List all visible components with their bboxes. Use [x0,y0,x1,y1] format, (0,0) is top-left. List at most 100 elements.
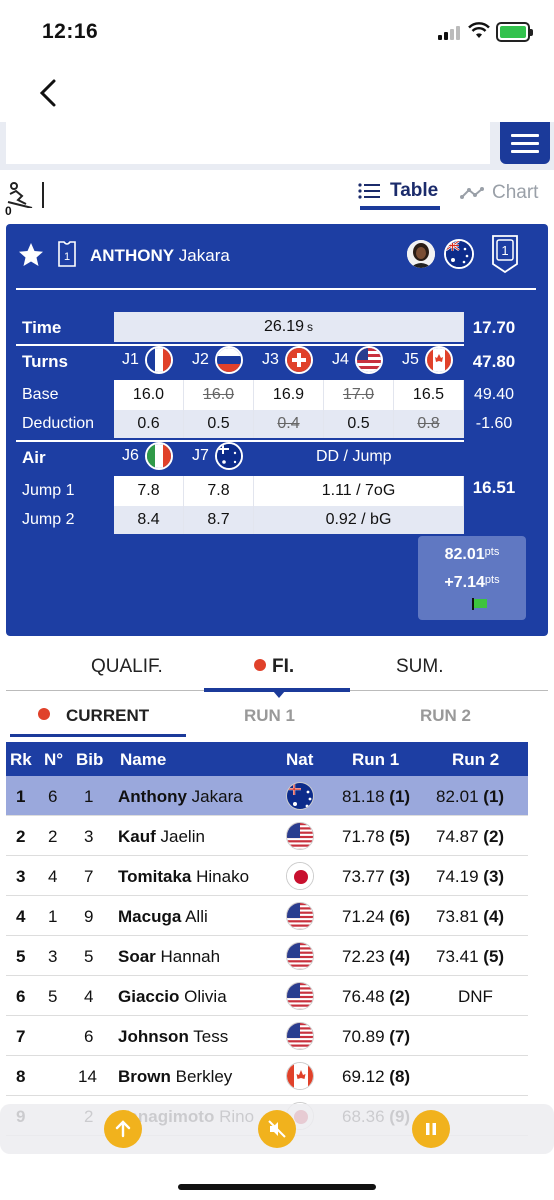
jump2-dd: 0.92 / bG [254,506,464,534]
tab-run1[interactable]: RUN 1 [244,706,295,726]
judge-j5: J5 [402,346,453,374]
judge-j2: J2 [192,346,243,374]
row-bib: 6 [84,1027,94,1046]
jump2-j7: 8.7 [184,506,254,534]
card-divider-top [16,288,536,290]
judge-j5-label: J5 [402,351,419,368]
row-bib: 14 [78,1067,97,1086]
pause-button[interactable] [412,1110,450,1148]
time-unit: s [307,320,314,334]
pause-icon [426,1123,436,1135]
row-rank: 5 [16,947,26,966]
flag-ita-icon [144,442,173,470]
flag-slo-icon [214,346,243,374]
tab-qualif[interactable]: QUALIF. [91,656,163,678]
tab-final[interactable]: FI. [254,656,294,678]
wifi-icon [468,22,490,38]
base-label: Base [22,386,59,403]
row-run1: 71.24 (6) [342,907,411,926]
flag-aus-icon [444,239,474,269]
row-bib: 5 [84,947,94,966]
air-points: 16.51 [472,478,516,497]
col-bib[interactable]: Bib [76,750,103,770]
table-row[interactable]: 1 6 1 Anthony Jakara 81.18 (1) 82.01 (1) [6,776,528,816]
row-name: Giaccio Olivia [118,987,227,1006]
turns-points: 47.80 [472,352,516,371]
flag-aus-small-icon [214,442,243,470]
bib-number: 1 [64,251,70,263]
run-tab-active-indicator [10,734,186,737]
deduction-label: Deduction [22,415,95,432]
row-run1: 76.48 (2) [342,987,411,1006]
row-run1: 81.18 (1) [342,787,411,806]
flag-usa-icon [286,1022,314,1050]
live-dot-icon [38,708,50,720]
tab-table[interactable]: Table [358,180,438,202]
row-name: Johnson Tess [118,1027,229,1046]
row-run2: 73.41 (5) [436,947,505,966]
tab-chart[interactable]: Chart [460,182,538,204]
row-bib: 9 [84,907,94,926]
avatar [407,240,435,268]
up-arrow-icon [115,1120,131,1138]
scroll-up-button[interactable] [104,1110,142,1148]
row-bib: 1 [84,787,94,806]
deduction-total: -1.60 [475,415,513,432]
col-run2[interactable]: Run 2 [452,750,499,770]
tools-divider [42,182,44,208]
base-j5: 16.5 [394,380,464,410]
tab-sum[interactable]: SUM. [396,656,444,678]
menu-button[interactable] [500,122,550,164]
table-row[interactable]: 5 3 5 Soar Hannah 72.23 (4) 73.41 (5) [6,936,528,976]
judge-j7-label: J7 [192,447,209,464]
jump2-j6: 8.4 [114,506,184,534]
col-nat[interactable]: Nat [286,750,313,770]
row-bib: 7 [84,867,94,886]
base-j1: 16.0 [114,380,184,410]
deduction-j2: 0.5 [184,410,254,438]
turns-label: Turns [22,352,68,371]
tab-current[interactable]: CURRENT [38,706,149,726]
athlete-first-name: Jakara [178,246,230,265]
row-run1: 69.12 (8) [342,1067,411,1086]
jump2-label: Jump 2 [22,511,75,528]
mute-button[interactable] [258,1110,296,1148]
row-run1: 71.78 (5) [342,827,411,846]
jump1-j6: 7.8 [114,476,184,506]
col-number[interactable]: N° [44,750,63,770]
base-j3: 16.9 [254,380,324,410]
table-row[interactable]: 3 4 7 Tomitaka Hinako 73.77 (3) 74.19 (3) [6,856,528,896]
chart-line-icon [460,187,484,199]
table-row[interactable]: 4 1 9 Macuga Alli 71.24 (6) 73.81 (4) [6,896,528,936]
table-row[interactable]: 6 5 4 Giaccio Olivia 76.48 (2) DNF [6,976,528,1016]
row-bib: 4 [84,987,94,1006]
row-number: 4 [48,867,58,886]
dd-jump-label: DD / Jump [316,448,392,465]
favorite-star-icon[interactable] [18,242,44,268]
row-name: Macuga Alli [118,907,208,926]
col-run1[interactable]: Run 1 [352,750,399,770]
mute-icon [268,1120,286,1138]
row-number: 3 [48,947,58,966]
col-name[interactable]: Name [120,750,166,770]
flag-usa-icon [286,822,314,850]
judge-j3: J3 [262,346,313,374]
col-rank[interactable]: Rk [10,750,32,770]
row-run2: 74.87 (2) [436,827,505,846]
tab-table-label: Table [390,180,439,201]
row-run2: 82.01 (1) [436,787,505,806]
table-row[interactable]: 8 14 Brown Berkley 69.12 (8) [6,1056,528,1096]
table-row[interactable]: 2 2 3 Kauf Jaelin 71.78 (5) 74.87 (2) [6,816,528,856]
time-value: 26.19 [263,318,305,335]
rank-badge-icon: 1 [492,235,518,274]
jump1-dd: 1.11 / 7oG [254,476,464,506]
flag-usa-icon [354,346,383,374]
live-dot-icon [254,659,266,671]
table-row[interactable]: 7 6 Johnson Tess 70.89 (7) [6,1016,528,1056]
flag-usa-icon [286,902,314,930]
back-chevron-icon[interactable] [34,78,64,108]
judge-j4: J4 [332,346,383,374]
row-run2: DNF [458,987,493,1006]
tab-run2[interactable]: RUN 2 [420,706,471,726]
score-difference: +7.14pts [444,574,500,591]
